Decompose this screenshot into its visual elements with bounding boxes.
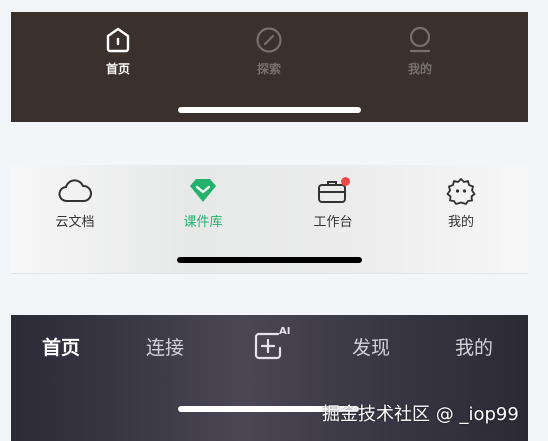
- tab-connect[interactable]: 连接: [146, 333, 184, 360]
- compass-icon: [256, 27, 282, 53]
- tab-explore-label: 探索: [256, 62, 281, 76]
- tab-workbench-label: 工作台: [313, 215, 353, 230]
- tabbar-light: 云文档 课件库 工作台 我的: [11, 165, 528, 274]
- tab-mine[interactable]: 我的: [425, 177, 497, 230]
- tab-profile[interactable]: 我的: [390, 26, 450, 77]
- tab-mine[interactable]: 我的: [455, 333, 493, 360]
- home-indicator[interactable]: [178, 107, 361, 113]
- tab-workbench[interactable]: 工作台: [297, 177, 369, 230]
- tab-home-label: 首页: [105, 62, 130, 76]
- watermark: 掘金技术社区 @ _iop99: [322, 404, 519, 425]
- cloud-icon: [58, 179, 92, 202]
- ai-label: AI: [279, 326, 291, 337]
- notification-badge: [341, 177, 350, 186]
- tab-explore[interactable]: 探索: [239, 26, 299, 77]
- tab-cloud-docs[interactable]: 云文档: [39, 177, 111, 230]
- smiley-icon: [446, 178, 476, 205]
- home-indicator[interactable]: [177, 257, 362, 263]
- tab-courseware[interactable]: 课件库: [167, 177, 239, 230]
- home-icon: [106, 27, 130, 53]
- tab-home[interactable]: 首页: [42, 333, 80, 360]
- briefcase-icon: [318, 177, 350, 203]
- tab-profile-label: 我的: [407, 62, 432, 76]
- diamond-icon: [190, 179, 216, 202]
- tab-cloud-docs-label: 云文档: [55, 215, 95, 230]
- tab-home[interactable]: 首页: [88, 26, 148, 77]
- tab-discover[interactable]: 发现: [352, 333, 390, 360]
- tabbar-dark-brown: 首页 探索 我的: [11, 12, 528, 122]
- tab-mine-label: 我的: [447, 215, 474, 230]
- tab-ai-create[interactable]: AI: [250, 326, 294, 362]
- profile-icon: [409, 26, 431, 53]
- tab-courseware-label: 课件库: [183, 215, 223, 230]
